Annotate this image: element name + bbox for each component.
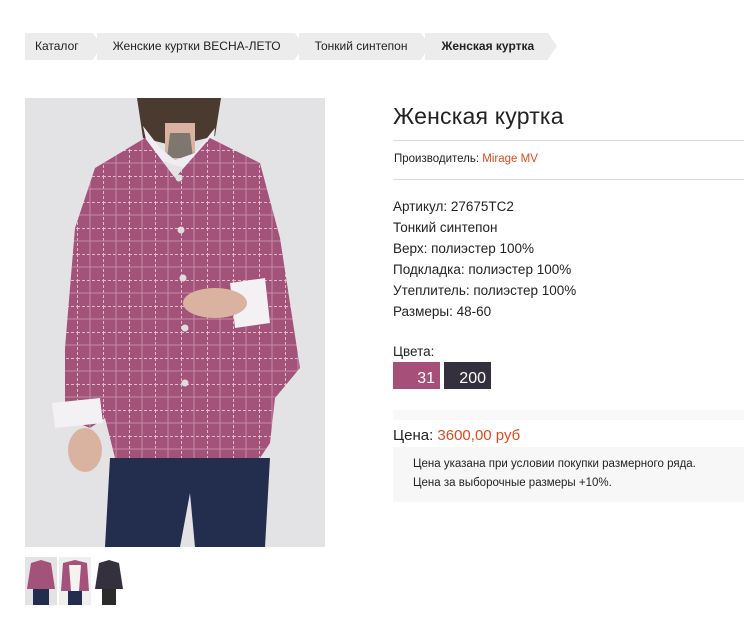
divider	[393, 179, 744, 180]
property-outer: Верх: полиэстер 100%	[393, 241, 535, 256]
color-swatch-200[interactable]: 200	[444, 362, 491, 389]
color-swatches: 31 200	[393, 362, 491, 389]
product-main-image[interactable]	[25, 98, 325, 547]
thumbnail-dark[interactable]	[93, 557, 125, 605]
property-type: Тонкий синтепон	[393, 220, 498, 235]
price: Цена: 3600,00 руб	[393, 427, 520, 444]
product-properties: Артикул: 27675ТС2 Тонкий синтепон Верх: …	[393, 196, 576, 322]
price-note-line: Цена за выборочные размеры +10%.	[413, 477, 612, 489]
color-code: 200	[459, 370, 486, 387]
product-title: Женская куртка	[393, 103, 564, 129]
price-note-line: Цена указана при условии покупки размерн…	[413, 458, 696, 470]
breadcrumb-current: Женская куртка	[421, 33, 557, 60]
thumbnail-front[interactable]	[25, 557, 57, 605]
manufacturer-label: Производитель:	[394, 153, 483, 165]
breadcrumb-catalog[interactable]: Каталог	[25, 33, 102, 60]
color-code: 31	[417, 370, 435, 387]
color-swatch-31[interactable]: 31	[393, 362, 440, 389]
property-article: Артикул: 27675ТС2	[393, 199, 514, 214]
thumbnail-lining[interactable]	[59, 557, 91, 605]
property-sizes: Размеры: 48-60	[393, 304, 492, 319]
divider	[393, 140, 744, 141]
price-label: Цена:	[393, 427, 438, 444]
breadcrumb: Каталог Женские куртки ВЕСНА-ЛЕТО Тонкий…	[25, 33, 557, 60]
manufacturer: Производитель: Mirage MV	[394, 153, 538, 165]
breadcrumb-thin-padding[interactable]: Тонкий синтепон	[294, 33, 431, 60]
property-lining: Подкладка: полиэстер 100%	[393, 262, 572, 277]
thumbnail-strip	[25, 557, 125, 605]
manufacturer-link[interactable]: Mirage MV	[482, 153, 538, 165]
price-value: 3600,00 руб	[437, 427, 521, 444]
breadcrumb-women-jackets[interactable]: Женские куртки ВЕСНА-ЛЕТО	[92, 33, 304, 60]
property-filling: Утеплитель: полиэстер 100%	[393, 283, 577, 298]
price-note: Цена указана при условии покупки размерн…	[393, 447, 744, 502]
colors-label: Цвета:	[393, 344, 435, 359]
